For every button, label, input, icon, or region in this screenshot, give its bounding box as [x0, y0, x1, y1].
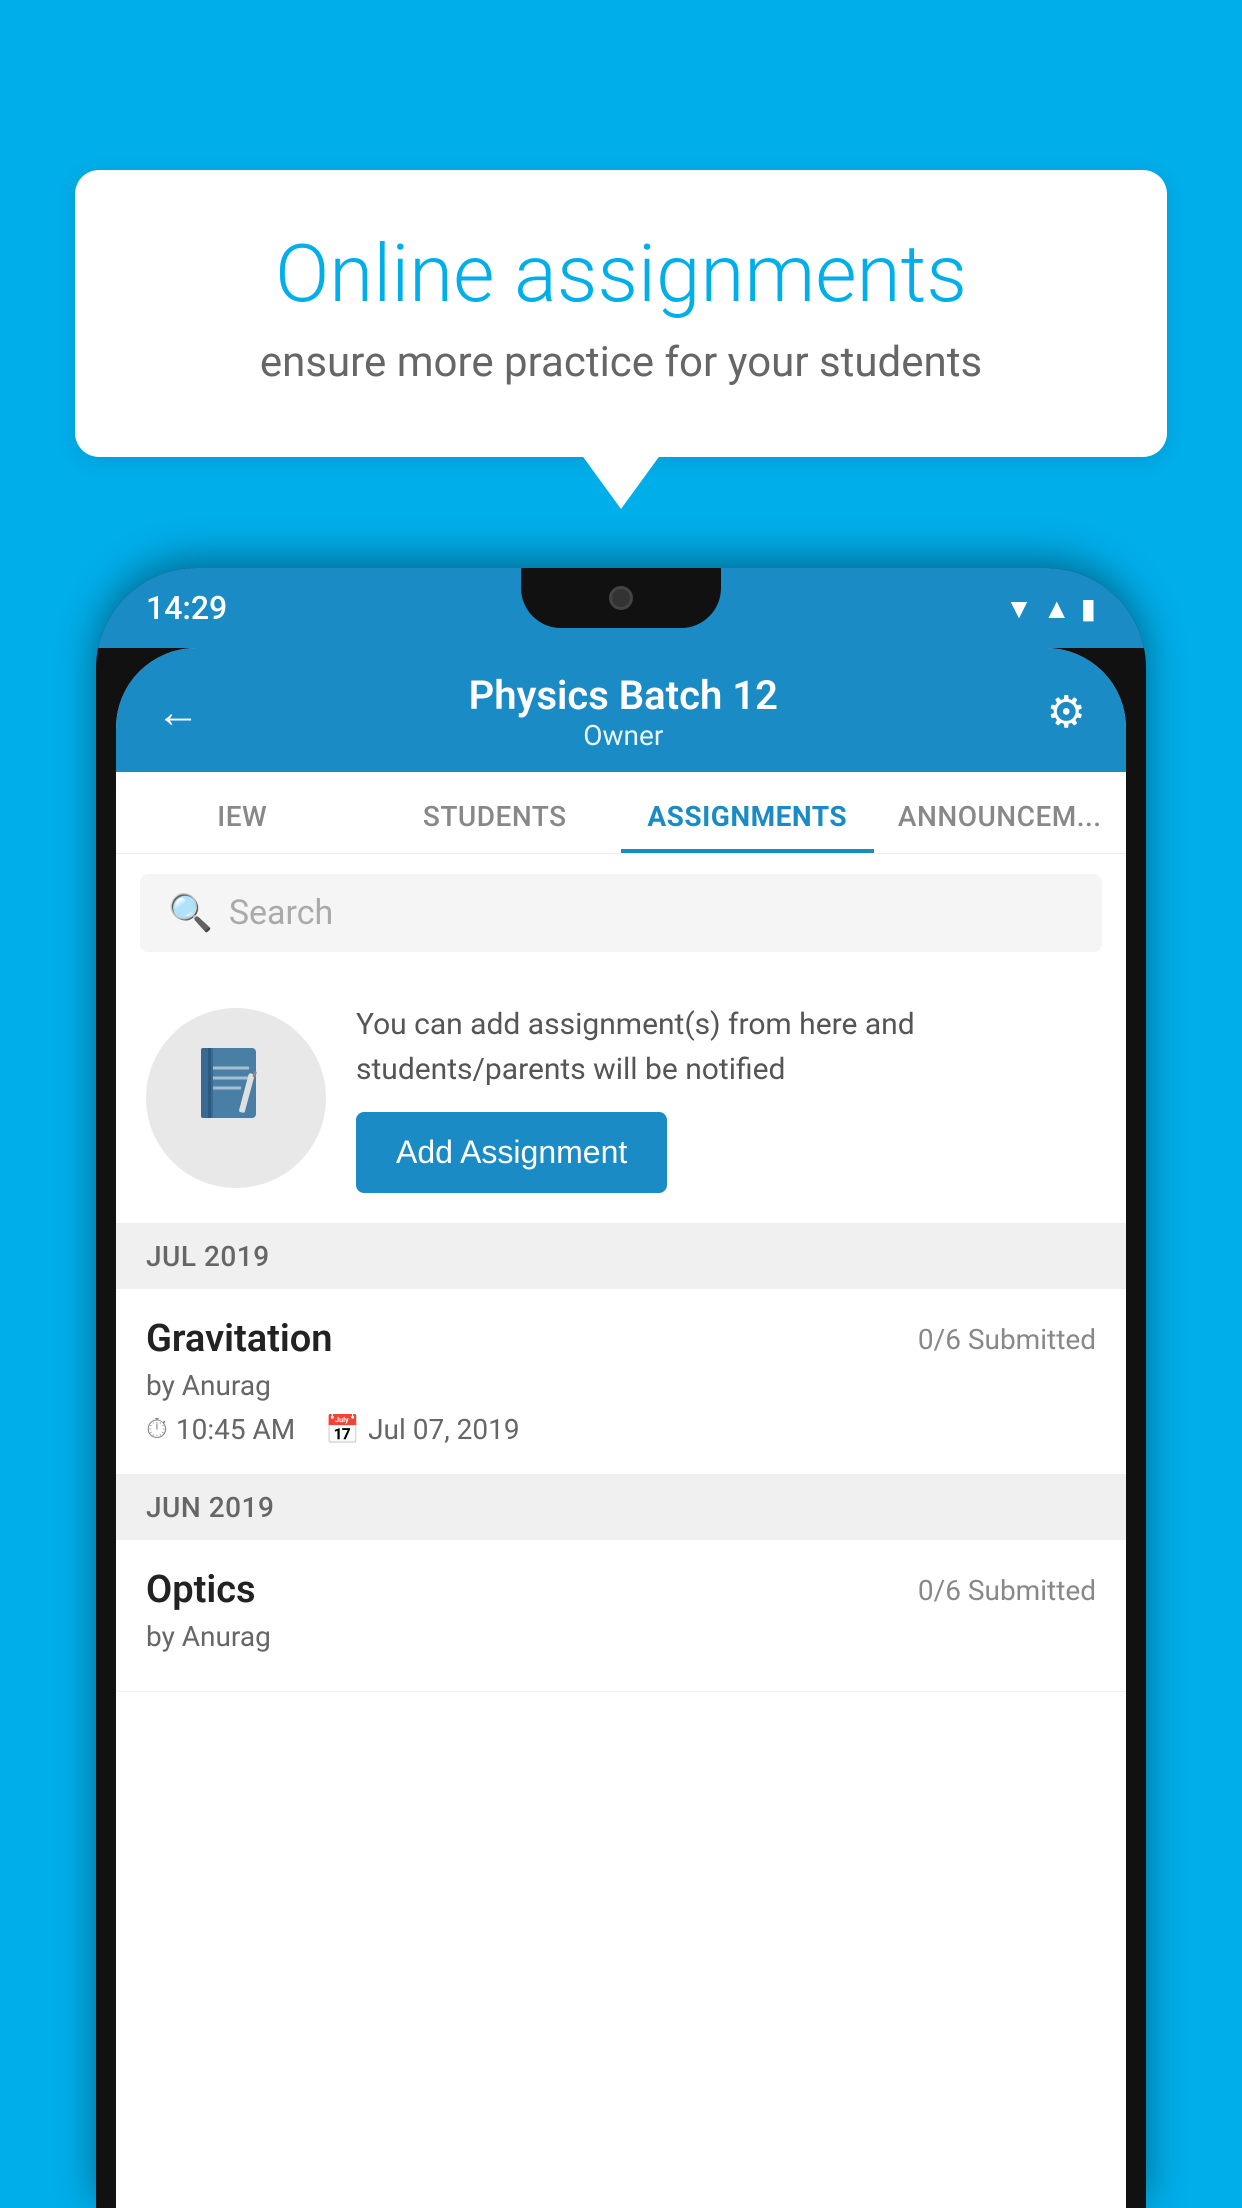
tab-iew[interactable]: IEW [116, 772, 369, 853]
phone-screen: ← Physics Batch 12 Owner ⚙ IEW STUDENTS … [116, 648, 1126, 2208]
app-header: ← Physics Batch 12 Owner ⚙ [116, 648, 1126, 772]
header-center: Physics Batch 12 Owner [469, 672, 778, 752]
add-assignment-button[interactable]: Add Assignment [356, 1112, 667, 1193]
tab-announcements[interactable]: ANNOUNCEM... [874, 772, 1127, 853]
assignment-submitted-optics: 0/6 Submitted [918, 1574, 1096, 1607]
speech-bubble-container: Online assignments ensure more practice … [75, 170, 1167, 457]
assignment-date: Jul 07, 2019 [368, 1413, 520, 1446]
tab-bar: IEW STUDENTS ASSIGNMENTS ANNOUNCEM... [116, 772, 1126, 854]
camera-dot [609, 586, 633, 610]
notebook-icon [191, 1043, 281, 1153]
phone-notch [521, 568, 721, 628]
battery-icon: ▮ [1081, 592, 1096, 625]
assignment-date-meta: 📅 Jul 07, 2019 [325, 1413, 519, 1446]
search-bar-container: 🔍 Search [116, 854, 1126, 972]
search-placeholder: Search [229, 893, 333, 933]
assignment-optics-row1: Optics 0/6 Submitted [146, 1568, 1096, 1612]
tab-students[interactable]: STUDENTS [369, 772, 622, 853]
speech-bubble: Online assignments ensure more practice … [75, 170, 1167, 457]
section-header-jul: JUL 2019 [116, 1224, 1126, 1289]
speech-bubble-subtitle: ensure more practice for your students [155, 338, 1087, 387]
promo-content: You can add assignment(s) from here and … [356, 1002, 1096, 1193]
assignment-row1: Gravitation 0/6 Submitted [146, 1317, 1096, 1361]
wifi-icon: ▼ [1005, 592, 1033, 625]
settings-icon[interactable]: ⚙ [1047, 686, 1086, 738]
signal-icon: ▲ [1043, 592, 1071, 625]
assignment-author-optics: by Anurag [146, 1620, 1096, 1653]
header-title: Physics Batch 12 [469, 672, 778, 719]
calendar-icon: 📅 [325, 1413, 360, 1446]
assignment-name-gravitation: Gravitation [146, 1317, 333, 1361]
search-icon: 🔍 [168, 892, 213, 934]
header-subtitle: Owner [469, 719, 778, 752]
status-bar: 14:29 ▼ ▲ ▮ [96, 568, 1146, 648]
assignment-item-gravitation[interactable]: Gravitation 0/6 Submitted by Anurag ⏱ 10… [116, 1289, 1126, 1475]
speech-bubble-title: Online assignments [155, 230, 1087, 318]
back-button[interactable]: ← [156, 686, 200, 738]
assignment-time-meta: ⏱ 10:45 AM [146, 1412, 295, 1446]
promo-text: You can add assignment(s) from here and … [356, 1002, 1096, 1092]
status-time: 14:29 [146, 589, 227, 627]
tab-assignments[interactable]: ASSIGNMENTS [621, 772, 874, 853]
clock-icon: ⏱ [146, 1412, 168, 1446]
assignment-item-optics[interactable]: Optics 0/6 Submitted by Anurag [116, 1540, 1126, 1692]
promo-icon-circle [146, 1008, 326, 1188]
status-icons: ▼ ▲ ▮ [1005, 592, 1096, 625]
assignment-submitted-gravitation: 0/6 Submitted [918, 1323, 1096, 1356]
assignment-meta-gravitation: ⏱ 10:45 AM 📅 Jul 07, 2019 [146, 1412, 1096, 1446]
promo-card: You can add assignment(s) from here and … [116, 972, 1126, 1224]
assignment-time: 10:45 AM [176, 1413, 295, 1446]
search-bar[interactable]: 🔍 Search [140, 874, 1102, 952]
assignment-name-optics: Optics [146, 1568, 256, 1612]
assignment-author-gravitation: by Anurag [146, 1369, 1096, 1402]
phone-frame: 14:29 ▼ ▲ ▮ ← Physics Batch 12 Owner ⚙ I… [96, 568, 1146, 2208]
section-header-jun: JUN 2019 [116, 1475, 1126, 1540]
